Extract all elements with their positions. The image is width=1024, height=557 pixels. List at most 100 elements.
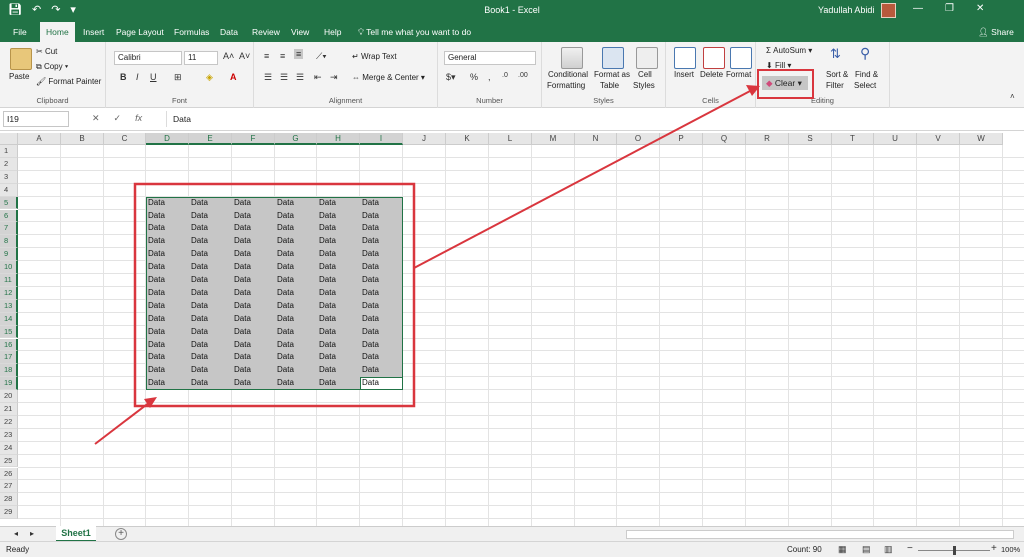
column-header[interactable]: L (489, 133, 532, 145)
data-cell[interactable]: Data (275, 235, 317, 248)
row-header[interactable]: 11 (0, 274, 18, 287)
data-cell[interactable]: Data (275, 300, 317, 313)
tab-formulas[interactable]: Formulas (168, 22, 215, 42)
data-cell[interactable]: Data (275, 287, 317, 300)
data-cell[interactable]: Data (232, 351, 275, 364)
data-cell[interactable]: Data (360, 364, 403, 377)
page-layout-view-icon[interactable]: ▤ (862, 544, 871, 555)
data-cell[interactable]: Data (146, 377, 189, 390)
currency-icon[interactable]: $▾ (446, 72, 456, 83)
row-header[interactable]: 29 (0, 506, 18, 520)
decrease-indent-icon[interactable]: ⇤ (314, 72, 322, 83)
select-all-corner[interactable] (0, 133, 18, 145)
column-header[interactable]: N (575, 133, 617, 145)
data-cell[interactable]: Data (360, 377, 403, 390)
data-cell[interactable]: Data (317, 261, 360, 274)
row-header[interactable]: 3 (0, 170, 18, 184)
tab-view[interactable]: View (285, 22, 315, 42)
column-header[interactable]: K (446, 133, 489, 145)
data-cell[interactable]: Data (146, 222, 189, 235)
insert-function-icon[interactable]: fx (135, 113, 142, 124)
normal-view-icon[interactable]: ▦ (838, 544, 847, 555)
data-cell[interactable]: Data (189, 210, 232, 223)
row-header[interactable]: 1 (0, 145, 18, 158)
row-header[interactable]: 20 (0, 390, 18, 403)
data-cell[interactable]: Data (360, 210, 403, 223)
column-header[interactable]: I (360, 133, 403, 145)
data-cell[interactable]: Data (360, 351, 403, 364)
prev-sheet-icon[interactable]: ◂ (14, 529, 18, 538)
cell-styles-label-2[interactable]: Styles (633, 81, 655, 90)
row-header[interactable]: 16 (0, 338, 18, 352)
data-cell[interactable]: Data (232, 222, 275, 235)
data-cell[interactable]: Data (275, 339, 317, 352)
next-sheet-icon[interactable]: ▸ (30, 529, 34, 538)
bold-icon[interactable]: B (120, 72, 127, 82)
data-cell[interactable]: Data (360, 313, 403, 326)
data-cell[interactable]: Data (317, 248, 360, 261)
data-cell[interactable]: Data (275, 261, 317, 274)
data-cell[interactable]: Data (189, 261, 232, 274)
data-cell[interactable]: Data (146, 300, 189, 313)
delete-cells-button[interactable]: Delete (700, 70, 723, 79)
data-cell[interactable]: Data (317, 351, 360, 364)
data-cell[interactable]: Data (275, 326, 317, 339)
column-header[interactable]: C (104, 133, 146, 145)
data-cell[interactable]: Data (317, 274, 360, 287)
data-cell[interactable]: Data (146, 197, 189, 210)
formula-input[interactable]: Data (166, 111, 1021, 127)
font-color-icon[interactable]: A (230, 72, 237, 82)
zoom-out-icon[interactable]: − (907, 543, 913, 554)
data-cell[interactable]: Data (232, 326, 275, 339)
close-button[interactable]: ✕ (976, 3, 984, 14)
column-header[interactable]: S (789, 133, 832, 145)
font-name-select[interactable]: Calibri (114, 51, 182, 65)
column-header[interactable]: W (960, 133, 1003, 145)
page-break-view-icon[interactable]: ▥ (884, 544, 893, 555)
tab-insert[interactable]: Insert (77, 22, 110, 42)
decrease-font-icon[interactable]: A˅ (239, 51, 250, 61)
tab-page-layout[interactable]: Page Layout (110, 22, 170, 42)
row-header[interactable]: 22 (0, 415, 18, 429)
sort-filter-label-1[interactable]: Sort & (826, 70, 848, 79)
data-cell[interactable]: Data (360, 261, 403, 274)
column-header[interactable]: Q (703, 133, 746, 145)
horizontal-scrollbar[interactable] (626, 530, 1014, 539)
data-cell[interactable]: Data (275, 377, 317, 390)
insert-cells-icon[interactable] (674, 47, 696, 69)
data-cell[interactable]: Data (189, 339, 232, 352)
format-as-table-icon[interactable] (602, 47, 624, 69)
data-cell[interactable]: Data (275, 222, 317, 235)
conditional-formatting-label-1[interactable]: Conditional (548, 70, 588, 79)
format-painter-button[interactable]: 🖌︎ Format Painter (36, 77, 101, 86)
increase-font-icon[interactable]: A˄ (223, 51, 234, 61)
sort-filter-label-2[interactable]: Filter (826, 81, 844, 90)
data-cell[interactable]: Data (146, 313, 189, 326)
format-as-table-label-1[interactable]: Format as (594, 70, 630, 79)
data-cell[interactable]: Data (146, 210, 189, 223)
name-box[interactable]: I19 (3, 111, 69, 127)
data-cell[interactable]: Data (232, 287, 275, 300)
row-header[interactable]: 27 (0, 480, 18, 494)
data-cell[interactable]: Data (146, 364, 189, 377)
data-cell[interactable]: Data (232, 377, 275, 390)
data-cell[interactable]: Data (146, 326, 189, 339)
number-format-select[interactable]: General (444, 51, 536, 65)
wrap-text-button[interactable]: ↵ Wrap Text (352, 52, 397, 61)
data-cell[interactable]: Data (360, 326, 403, 339)
column-header[interactable]: E (189, 133, 232, 145)
minimize-button[interactable]: — (913, 3, 923, 14)
column-header[interactable]: F (232, 133, 275, 145)
data-cell[interactable]: Data (317, 210, 360, 223)
data-cell[interactable]: Data (189, 287, 232, 300)
sort-filter-icon[interactable]: ⇅ (830, 46, 841, 62)
increase-decimal-icon[interactable]: .0 (502, 72, 508, 79)
row-header[interactable]: 26 (0, 467, 18, 481)
conditional-formatting-icon[interactable] (561, 47, 583, 69)
row-header[interactable]: 10 (0, 261, 18, 274)
cut-button[interactable]: ✂ Cut (36, 47, 57, 56)
orientation-icon[interactable]: ⟋▾ (316, 51, 327, 62)
find-select-icon[interactable]: ⚲ (860, 45, 870, 62)
data-cell[interactable]: Data (317, 287, 360, 300)
data-cell[interactable]: Data (232, 248, 275, 261)
